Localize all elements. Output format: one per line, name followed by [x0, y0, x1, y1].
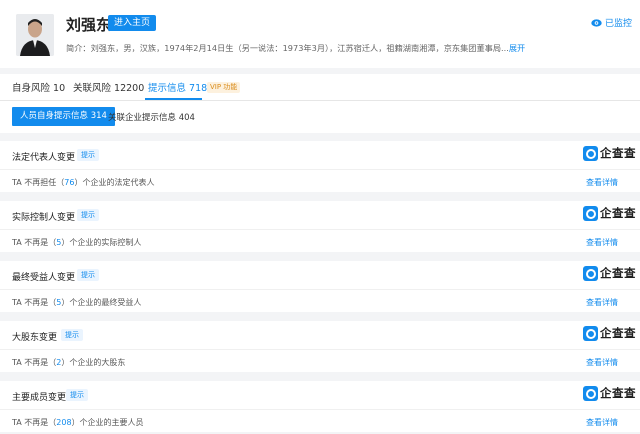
- qichacha-logo-icon: [583, 145, 598, 161]
- section-key-member-change: 主要成员变更 提示 企查查 TA 不再是（208）个企业的主要人员 查看详情: [0, 381, 640, 432]
- qichacha-logo: 企查查: [583, 265, 636, 281]
- view-details-link[interactable]: 查看详情: [586, 357, 618, 368]
- section-description: TA 不再担任（76）个企业的法定代表人: [12, 177, 154, 188]
- eye-icon: [591, 18, 602, 27]
- section-title: 实际控制人变更: [12, 213, 76, 223]
- qichacha-logo-icon: [583, 265, 598, 281]
- profile-header: 刘强东 进入主页 简介：刘强东，男，汉族，1974年2月14日生（另一说法：19…: [0, 0, 640, 68]
- tab-own-risk[interactable]: 自身风险 10: [12, 80, 65, 94]
- section-title: 大股东变更: [12, 333, 58, 343]
- enter-homepage-button[interactable]: 进入主页: [108, 15, 157, 31]
- qichacha-logo-icon: [583, 205, 598, 221]
- section-description: TA 不再是（208）个企业的主要人员: [12, 417, 144, 428]
- hint-badge: 提示: [77, 269, 99, 281]
- description-prefix: TA 不再是（: [12, 418, 57, 427]
- section-beneficiary-change: 最终受益人变更 提示 企查查 TA 不再是（5）个企业的最终受益人 查看详情: [0, 261, 640, 312]
- logo-text: 企查查: [600, 386, 636, 400]
- description-suffix: ）个企业的实际控制人: [61, 238, 142, 247]
- view-details-link[interactable]: 查看详情: [586, 237, 618, 248]
- description-prefix: TA 不再是（: [12, 298, 57, 307]
- section-title: 最终受益人变更: [12, 273, 76, 283]
- section-divider: [0, 349, 640, 350]
- section-divider: [0, 169, 640, 170]
- view-details-link[interactable]: 查看详情: [586, 417, 618, 428]
- qichacha-logo: 企查查: [583, 145, 636, 161]
- avatar[interactable]: [16, 14, 54, 56]
- company-count[interactable]: 76: [64, 178, 74, 187]
- description-prefix: TA 不再担任（: [12, 178, 65, 187]
- description-suffix: ）个企业的大股东: [61, 358, 126, 367]
- tab-hint-info[interactable]: 提示信息 718: [148, 80, 207, 94]
- tab-bar: 自身风险 10 关联风险 12200 提示信息 718 VIP 功能: [0, 74, 640, 100]
- monitor-button[interactable]: 已监控: [591, 16, 632, 29]
- section-legal-rep-change: 法定代表人变更 提示 企查查 TA 不再担任（76）个企业的法定代表人 查看详情: [0, 141, 640, 192]
- logo-text: 企查查: [600, 326, 636, 340]
- description-suffix: ）个企业的法定代表人: [74, 178, 155, 187]
- section-description: TA 不再是（5）个企业的最终受益人: [12, 297, 141, 308]
- section-description: TA 不再是（5）个企业的实际控制人: [12, 237, 141, 248]
- view-details-link[interactable]: 查看详情: [586, 297, 618, 308]
- section-divider: [0, 409, 640, 410]
- section-actual-controller-change: 实际控制人变更 提示 企查查 TA 不再是（5）个企业的实际控制人 查看详情: [0, 201, 640, 252]
- hint-badge: 提示: [77, 149, 99, 161]
- tab-related-risk[interactable]: 关联风险 12200: [73, 80, 144, 94]
- hint-badge: 提示: [66, 389, 88, 401]
- subtab-bar: 人员自身提示信息 314 关联企业提示信息 404: [0, 101, 640, 133]
- logo-text: 企查查: [600, 146, 636, 160]
- description-prefix: TA 不再是（: [12, 358, 57, 367]
- qichacha-logo: 企查查: [583, 385, 636, 401]
- vip-badge: VIP 功能: [207, 82, 241, 93]
- person-name: 刘强东: [66, 16, 112, 34]
- logo-text: 企查查: [600, 206, 636, 220]
- subtab-related-company-hints[interactable]: 关联企业提示信息 404: [108, 111, 195, 123]
- section-description: TA 不再是（2）个企业的大股东: [12, 357, 125, 368]
- section-title: 法定代表人变更: [12, 153, 76, 163]
- hint-badge: 提示: [77, 209, 99, 221]
- section-title: 主要成员变更: [12, 393, 67, 403]
- monitor-label: 已监控: [604, 19, 632, 29]
- qichacha-logo: 企查查: [583, 325, 636, 341]
- description-suffix: ）个企业的最终受益人: [61, 298, 142, 307]
- company-count[interactable]: 208: [56, 418, 71, 427]
- description-prefix: TA 不再是（: [12, 238, 57, 247]
- description-suffix: ）个企业的主要人员: [71, 418, 144, 427]
- qichacha-logo-icon: [583, 385, 598, 401]
- section-divider: [0, 289, 640, 290]
- section-major-shareholder-change: 大股东变更 提示 企查查 TA 不再是（2）个企业的大股东 查看详情: [0, 321, 640, 372]
- intro-text: 简介：刘强东，男，汉族，1974年2月14日生（另一说法：1973年3月），江苏…: [66, 43, 509, 53]
- expand-link[interactable]: 展开: [509, 43, 525, 53]
- subtab-personal-hints[interactable]: 人员自身提示信息 314: [12, 107, 115, 126]
- person-intro: 简介：刘强东，男，汉族，1974年2月14日生（另一说法：1973年3月），江苏…: [66, 42, 586, 54]
- qichacha-logo: 企查查: [583, 205, 636, 221]
- section-divider: [0, 229, 640, 230]
- logo-text: 企查查: [600, 266, 636, 280]
- hint-badge: 提示: [61, 329, 83, 341]
- view-details-link[interactable]: 查看详情: [586, 177, 618, 188]
- qichacha-logo-icon: [583, 325, 598, 341]
